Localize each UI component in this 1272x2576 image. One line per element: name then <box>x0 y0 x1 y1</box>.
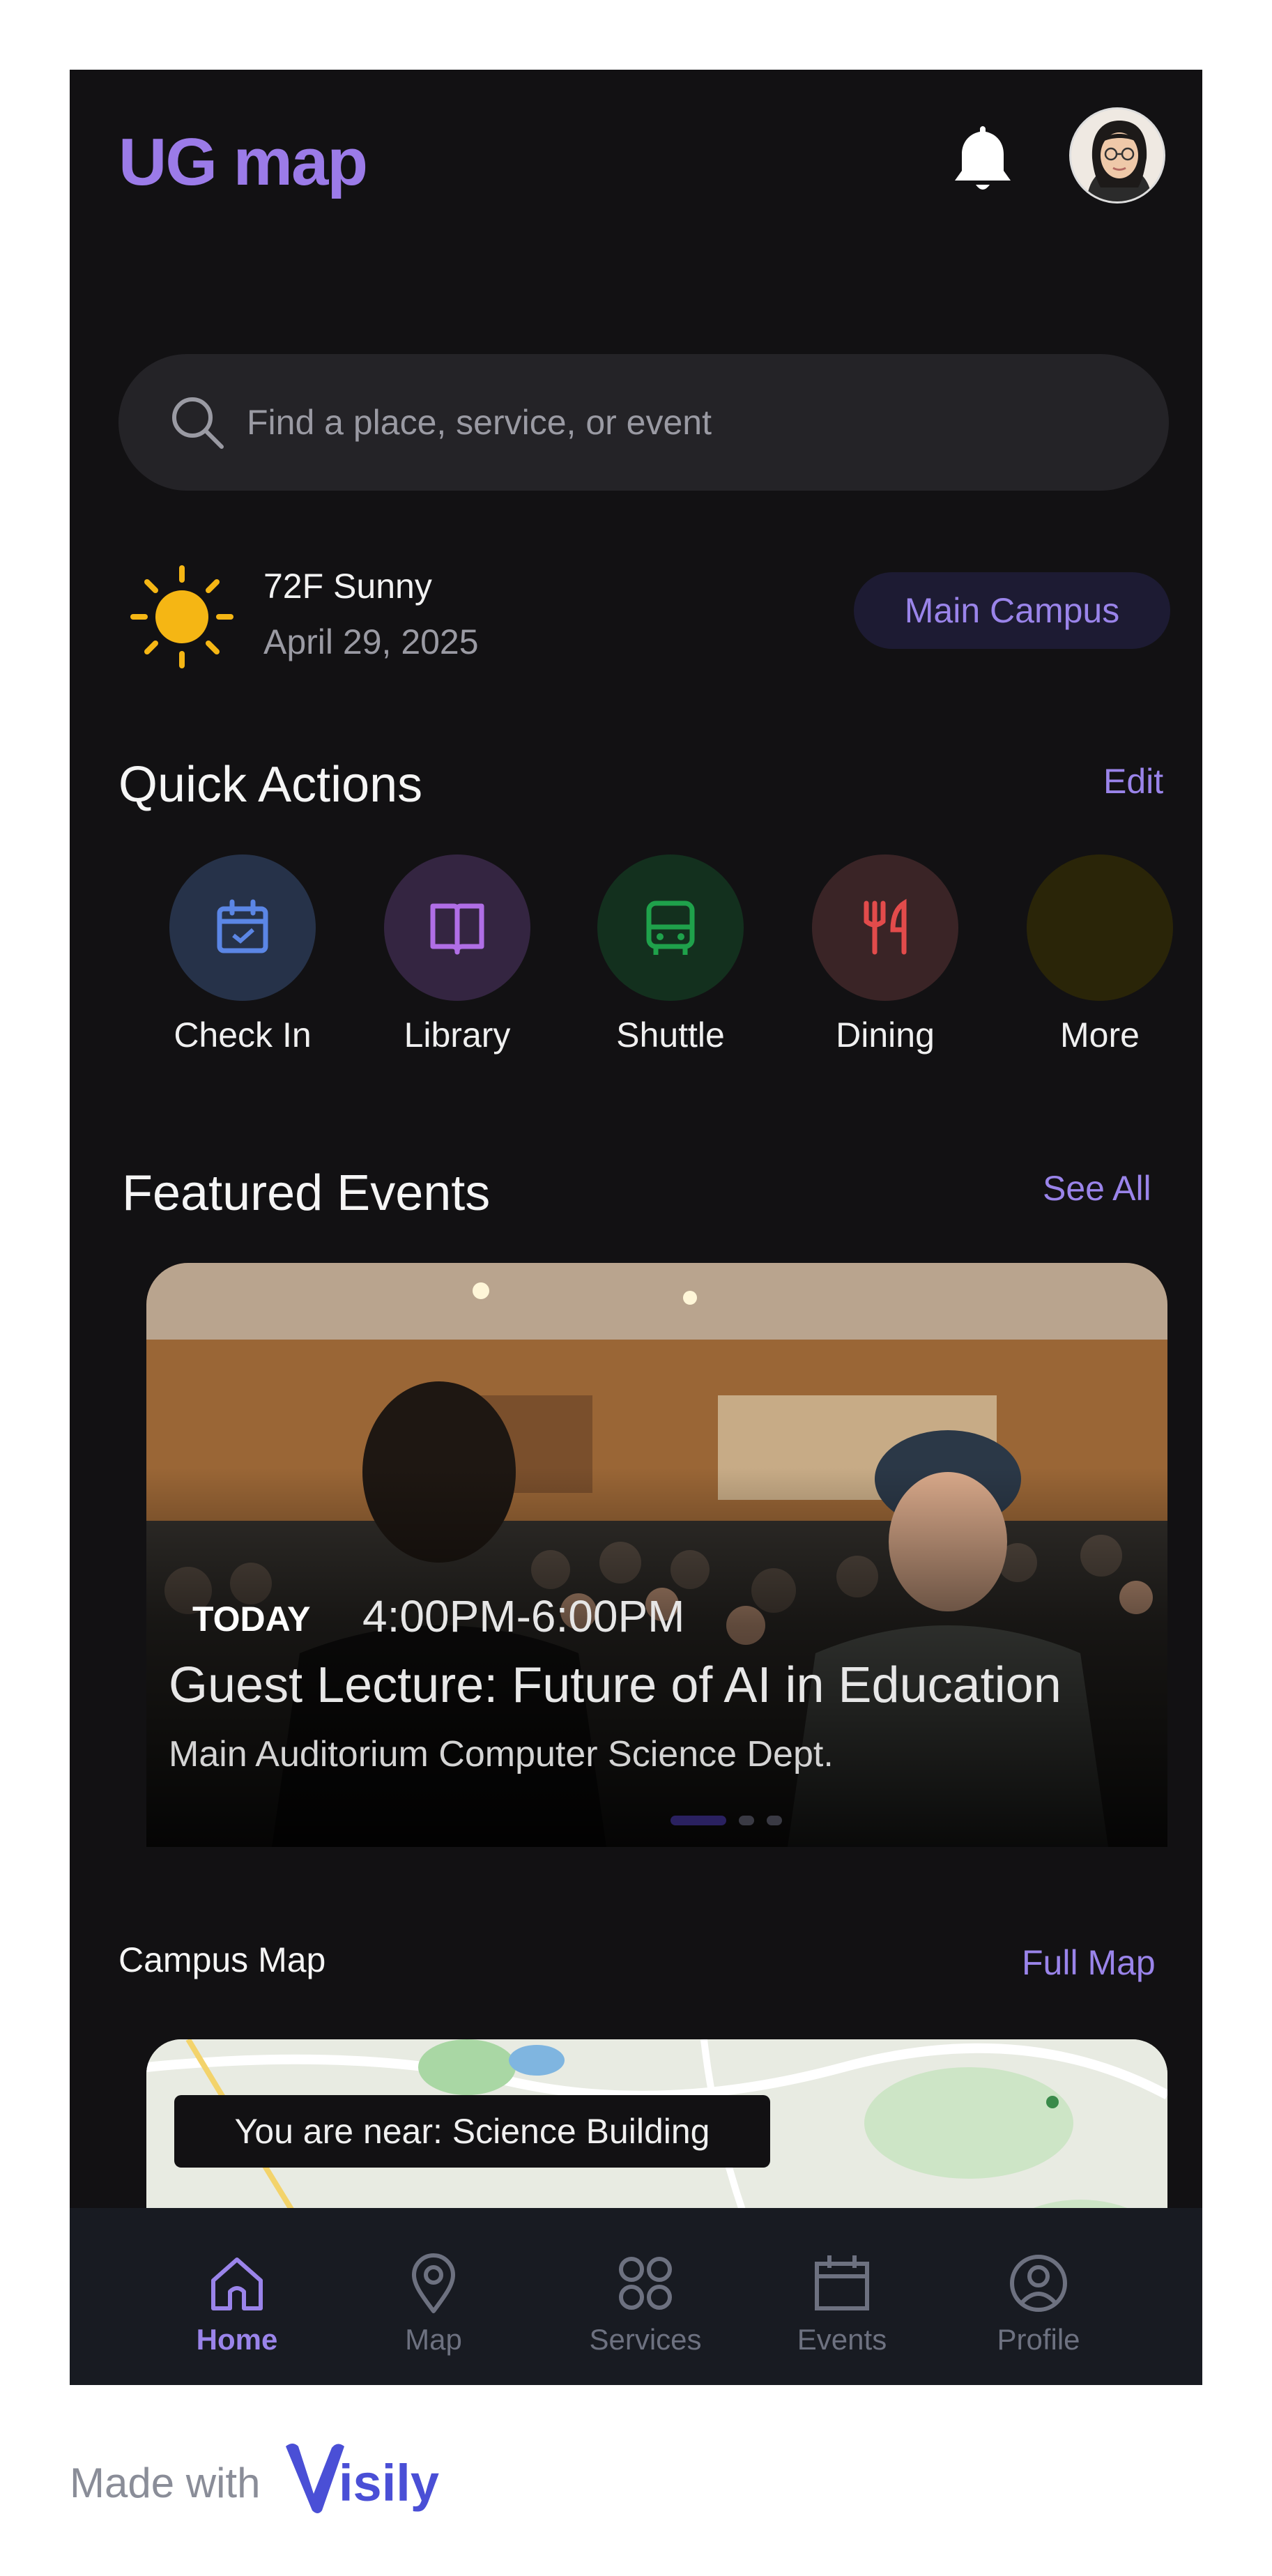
tab-services[interactable]: Services <box>576 2250 715 2356</box>
tab-label: Events <box>797 2323 887 2356</box>
tab-map[interactable]: Map <box>364 2250 503 2356</box>
carousel-indicator <box>671 1816 782 1825</box>
quick-action-label: Dining <box>836 1015 935 1055</box>
event-title: Guest Lecture: Future of AI in Education <box>169 1657 1062 1713</box>
carousel-dot[interactable] <box>767 1816 782 1825</box>
bottom-tab-bar: Home Map Services Events Profile <box>70 2208 1202 2385</box>
quick-action-dining[interactable]: Dining <box>795 854 976 1055</box>
event-card[interactable]: TODAY 4:00PM-6:00PM Guest Lecture: Futur… <box>146 1263 1167 1847</box>
see-all-button[interactable]: See All <box>1043 1168 1151 1209</box>
weather-temperature: 72F Sunny <box>263 567 432 606</box>
profile-icon <box>1010 2255 1067 2312</box>
sun-icon <box>130 565 233 668</box>
quick-action-check-in[interactable]: Check In <box>152 854 333 1055</box>
quick-action-label: Shuttle <box>616 1015 725 1055</box>
quick-action-more[interactable]: More <box>1009 854 1190 1055</box>
map-pin-icon <box>412 2253 455 2313</box>
search-icon <box>172 397 224 449</box>
search-input[interactable] <box>245 401 1169 443</box>
book-icon <box>430 903 484 955</box>
carousel-dot[interactable] <box>671 1816 726 1825</box>
avatar[interactable] <box>1069 107 1165 204</box>
more-icon <box>1027 854 1173 1001</box>
event-day: TODAY <box>192 1600 311 1639</box>
visily-logo[interactable]: isily <box>283 2439 450 2516</box>
carousel-dot[interactable] <box>739 1816 754 1825</box>
search-bar[interactable] <box>118 354 1169 491</box>
bell-icon[interactable] <box>948 122 1018 199</box>
tab-label: Home <box>196 2323 278 2356</box>
quick-action-label: More <box>1060 1015 1140 1055</box>
home-icon <box>211 2257 263 2310</box>
full-map-button[interactable]: Full Map <box>1022 1942 1156 1983</box>
utensils-icon <box>864 898 907 955</box>
calendar-icon <box>815 2255 869 2310</box>
edit-button[interactable]: Edit <box>1103 761 1163 802</box>
quick-action-library[interactable]: Library <box>367 854 548 1055</box>
tab-label: Profile <box>997 2323 1080 2356</box>
campus-selector[interactable]: Main Campus <box>854 572 1170 649</box>
quick-action-shuttle[interactable]: Shuttle <box>580 854 761 1055</box>
bus-icon <box>646 900 695 955</box>
tab-profile[interactable]: Profile <box>969 2250 1108 2356</box>
tab-home[interactable]: Home <box>167 2250 307 2356</box>
event-time: 4:00PM-6:00PM <box>362 1591 685 1641</box>
svg-text:isily: isily <box>339 2454 439 2512</box>
location-badge: You are near: Science Building <box>174 2095 770 2168</box>
featured-events-title: Featured Events <box>122 1165 491 1221</box>
tab-label: Services <box>589 2323 702 2356</box>
tab-label: Map <box>405 2323 462 2356</box>
app-title: UG map <box>118 125 368 199</box>
quick-actions-title: Quick Actions <box>118 757 423 813</box>
weather-date: April 29, 2025 <box>263 622 479 661</box>
quick-action-label: Library <box>404 1015 511 1055</box>
event-location: Main Auditorium Computer Science Dept. <box>169 1734 834 1774</box>
grid-icon <box>619 2257 672 2310</box>
campus-map-title: Campus Map <box>118 1940 326 1979</box>
calendar-check-icon <box>217 899 268 953</box>
made-with-text: Made with <box>70 2460 261 2506</box>
tab-events[interactable]: Events <box>772 2250 912 2356</box>
mobile-screen: UG map Find a place, service, or event 7… <box>70 70 1202 2385</box>
quick-action-label: Check In <box>174 1015 312 1055</box>
